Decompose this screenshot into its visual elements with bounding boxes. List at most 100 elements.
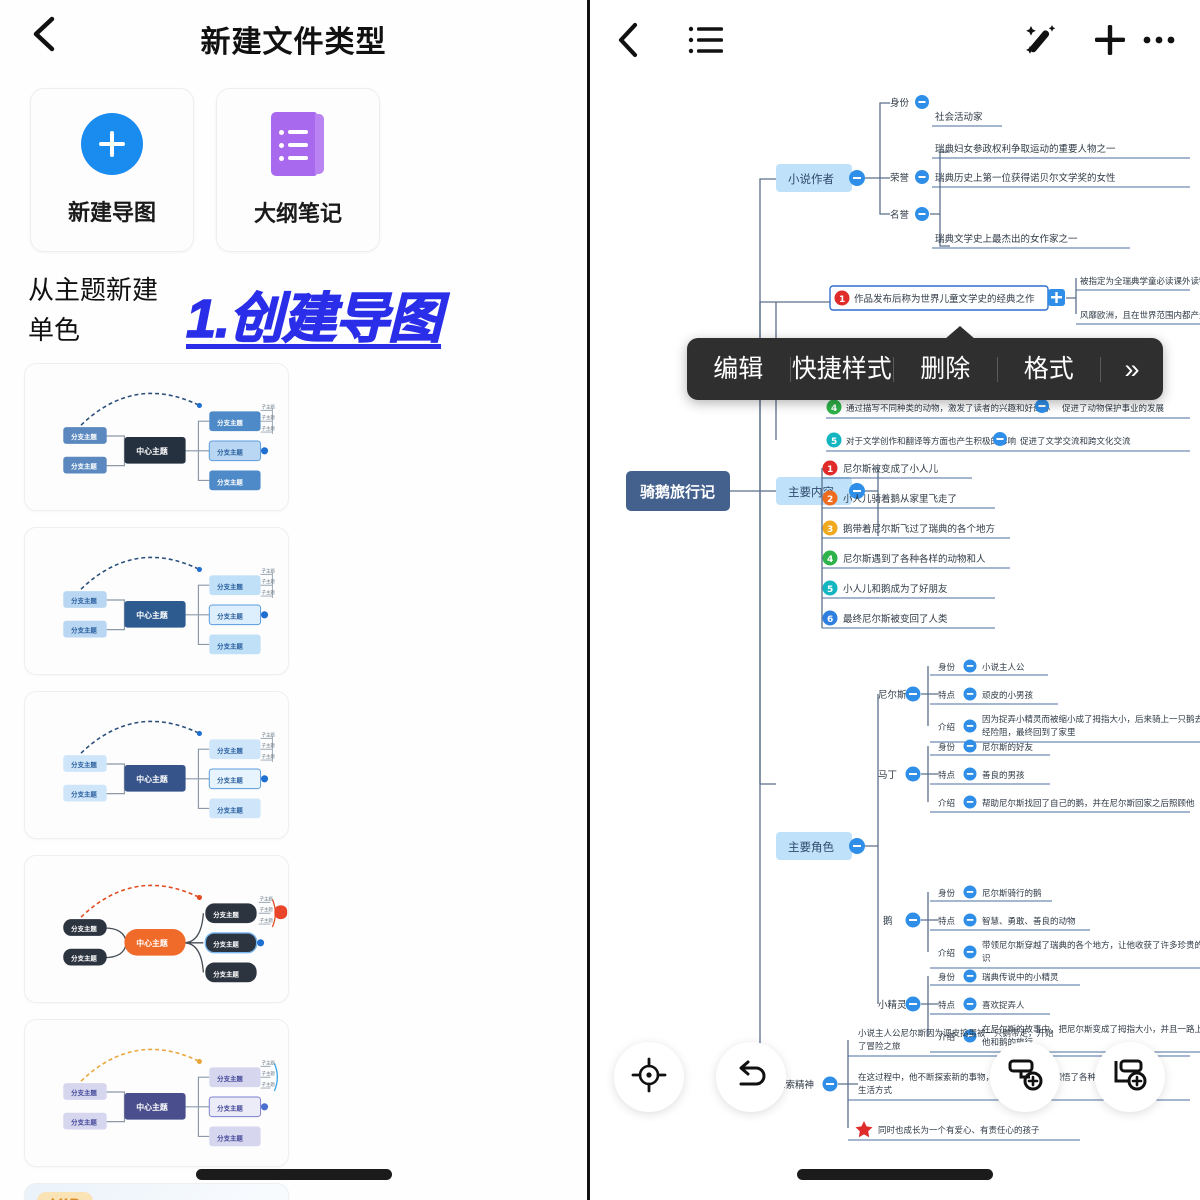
svg-text:介绍: 介绍 xyxy=(938,798,955,809)
outline-note-icon xyxy=(271,112,325,176)
template-thumbnail[interactable]: 中心主题 分支主题 分支主题 分支主题 分支主题 分支主题 子主题 子主题 子主… xyxy=(24,362,289,511)
svg-text:分支主题: 分支主题 xyxy=(217,582,243,591)
svg-text:同时也成长为一个有爱心、有责任心的孩子: 同时也成长为一个有爱心、有责任心的孩子 xyxy=(878,1125,1040,1136)
context-menu-edit[interactable]: 编辑 xyxy=(687,356,791,382)
plus-circle-icon xyxy=(81,113,143,175)
context-menu-delete[interactable]: 删除 xyxy=(894,356,998,382)
svg-text:荣誉: 荣誉 xyxy=(890,172,910,184)
svg-text:小人儿骑着鹅从家里飞走了: 小人儿骑着鹅从家里飞走了 xyxy=(843,493,957,505)
svg-text:最终尼尔斯被变回了人类: 最终尼尔斯被变回了人类 xyxy=(843,613,948,625)
svg-text:子主题: 子主题 xyxy=(262,1059,276,1066)
svg-text:小说主人公: 小说主人公 xyxy=(982,662,1025,673)
svg-text:分支主题: 分支主题 xyxy=(71,953,97,962)
svg-text:马丁: 马丁 xyxy=(878,770,897,781)
right-header xyxy=(590,0,1200,80)
template-thumbnail[interactable]: 中心主题 分支主题 分支主题 分支主题 分支主题 分支主题 子主题 子主题 子主… xyxy=(24,1018,289,1167)
svg-text:在这过程中，他不断探索新的事物，认识各种动物，领悟了各种: 在这过程中，他不断探索新的事物，认识各种动物，领悟了各种 xyxy=(858,1072,1096,1083)
svg-text:被指定为全瑞典学童必读课外读物: 被指定为全瑞典学童必读课外读物 xyxy=(1080,276,1200,287)
magic-wand-icon[interactable] xyxy=(1024,22,1062,58)
svg-text:顽皮的小男孩: 顽皮的小男孩 xyxy=(982,690,1034,701)
svg-text:5: 5 xyxy=(827,585,833,595)
svg-text:小精灵: 小精灵 xyxy=(878,999,907,1011)
left-phone-screen: 新建文件类型 新建导图 大纲笔记 从主题新建 单色 1.创建导图 中心主题 分支… xyxy=(0,0,590,1200)
svg-text:子主题: 子主题 xyxy=(260,906,274,913)
outline-note-card[interactable]: 大纲笔记 xyxy=(216,88,380,252)
svg-text:2: 2 xyxy=(827,495,833,505)
svg-text:作品发布后称为世界儿童文学史的经典之作: 作品发布后称为世界儿童文学史的经典之作 xyxy=(854,293,1035,305)
context-menu-pointer xyxy=(945,326,975,339)
locate-center-button[interactable] xyxy=(614,1042,684,1112)
svg-text:帮助尼尔斯找回了自己的鹅，并在尼尔斯回家之后照顾他: 帮助尼尔斯找回了自己的鹅，并在尼尔斯回家之后照顾他 xyxy=(982,798,1195,809)
svg-text:子主题: 子主题 xyxy=(262,1081,276,1088)
back-icon[interactable] xyxy=(28,14,62,54)
node-context-menu[interactable]: 编辑 快捷样式 删除 格式 » xyxy=(687,326,1163,400)
dual-screenshot-composite: 新建文件类型 新建导图 大纲笔记 从主题新建 单色 1.创建导图 中心主题 分支… xyxy=(0,0,1200,1200)
add-child-icon xyxy=(1111,1058,1149,1097)
svg-text:特点: 特点 xyxy=(938,916,956,927)
svg-text:子主题: 子主题 xyxy=(260,895,274,902)
svg-text:名誉: 名誉 xyxy=(890,209,910,221)
svg-text:1: 1 xyxy=(827,465,833,475)
svg-text:瑞典文学史上最杰出的女作家之一: 瑞典文学史上最杰出的女作家之一 xyxy=(935,233,1078,245)
mindmap-canvas[interactable]: .nl{font-family:"DejaVu Sans",sans-serif… xyxy=(590,74,1200,1174)
svg-text:介绍: 介绍 xyxy=(938,948,955,959)
svg-text:鹅带着尼尔斯飞过了瑞典的各个地方: 鹅带着尼尔斯飞过了瑞典的各个地方 xyxy=(843,523,995,535)
svg-text:3: 3 xyxy=(827,525,833,535)
svg-text:生活方式: 生活方式 xyxy=(858,1085,893,1096)
back-icon[interactable] xyxy=(614,20,644,60)
home-indicator xyxy=(195,1169,392,1180)
svg-text:分支主题: 分支主题 xyxy=(217,1103,243,1112)
template-thumbnail-vip[interactable]: 中心主题 分支主题 分支主题 分支主题 分支主题 分支主题 子主题 子主题 子主… xyxy=(24,1182,289,1200)
svg-text:分支主题: 分支主题 xyxy=(213,910,239,919)
svg-text:中心主题: 中心主题 xyxy=(136,937,168,947)
new-mindmap-card[interactable]: 新建导图 xyxy=(30,88,194,252)
svg-text:促进了动物保护事业的发展: 促进了动物保护事业的发展 xyxy=(1062,403,1165,414)
svg-text:子主题: 子主题 xyxy=(262,1070,276,1077)
new-mindmap-label: 新建导图 xyxy=(67,200,156,225)
svg-text:经险阻，最终回到了家里: 经险阻，最终回到了家里 xyxy=(982,727,1076,738)
template-thumbnail[interactable]: 中心主题 分支主题 分支主题 分支主题 分支主题 分支主题 子主题 子主题 子主… xyxy=(24,854,289,1003)
home-indicator xyxy=(797,1169,993,1180)
svg-text:分支主题: 分支主题 xyxy=(217,611,243,620)
template-thumbnail[interactable]: 中心主题 分支主题 分支主题 分支主题 分支主题 分支主题 子主题 子主题 子主… xyxy=(24,526,289,675)
svg-text:分支主题: 分支主题 xyxy=(71,760,97,769)
add-sibling-icon xyxy=(1006,1058,1044,1097)
svg-text:智慧、勇敢、善良的动物: 智慧、勇敢、善良的动物 xyxy=(982,916,1076,927)
svg-text:子主题: 子主题 xyxy=(262,414,276,421)
svg-text:风靡欧洲，且在世界范围内都产生了广泛影响: 风靡欧洲，且在世界范围内都产生了广泛影响 xyxy=(1080,310,1200,321)
svg-text:分支主题: 分支主题 xyxy=(217,447,243,456)
svg-text:中心主题: 中心主题 xyxy=(136,773,168,783)
undo-button[interactable] xyxy=(716,1042,786,1112)
ellipsis-icon[interactable] xyxy=(1142,34,1176,46)
left-header: 新建文件类型 xyxy=(0,0,587,78)
svg-text:尼尔斯: 尼尔斯 xyxy=(878,689,907,701)
svg-text:1: 1 xyxy=(839,295,845,305)
from-theme-label: 从主题新建 xyxy=(28,275,159,305)
svg-text:中心主题: 中心主题 xyxy=(136,1101,168,1111)
new-file-type-cards: 新建导图 大纲笔记 xyxy=(0,78,587,252)
svg-text:喜欢捉弄人: 喜欢捉弄人 xyxy=(982,1000,1025,1011)
svg-text:因为捉弄小精灵而被缩小成了拇指大小，后来骑上一只鹅去旅行，历: 因为捉弄小精灵而被缩小成了拇指大小，后来骑上一只鹅去旅行，历 xyxy=(982,714,1200,725)
svg-text:小人儿和鹅成为了好朋友: 小人儿和鹅成为了好朋友 xyxy=(843,583,948,595)
context-menu-more-chevron[interactable]: » xyxy=(1101,355,1163,383)
svg-text:分支主题: 分支主题 xyxy=(71,625,97,634)
add-sibling-node-button[interactable] xyxy=(990,1042,1060,1112)
context-menu-format[interactable]: 格式 xyxy=(998,356,1101,382)
add-child-node-button[interactable] xyxy=(1095,1042,1165,1112)
context-menu-quick-style[interactable]: 快捷样式 xyxy=(791,356,894,382)
svg-text:子主题: 子主题 xyxy=(262,567,276,574)
svg-text:主要角色: 主要角色 xyxy=(788,840,834,854)
svg-text:分支主题: 分支主题 xyxy=(217,805,243,814)
list-outline-icon[interactable] xyxy=(688,24,726,56)
template-thumbnail[interactable]: 中心主题 分支主题 分支主题 分支主题 分支主题 分支主题 子主题 子主题 子主… xyxy=(24,690,289,839)
svg-text:分支主题: 分支主题 xyxy=(213,969,239,978)
plus-icon[interactable] xyxy=(1092,22,1128,58)
svg-text:6: 6 xyxy=(827,615,833,625)
svg-text:身份: 身份 xyxy=(938,742,956,753)
svg-text:分支主题: 分支主题 xyxy=(71,596,97,605)
svg-text:身份: 身份 xyxy=(890,97,910,109)
svg-text:介绍: 介绍 xyxy=(938,722,955,733)
svg-text:对于文学创作和翻译等方面也产生积极的影响: 对于文学创作和翻译等方面也产生积极的影响 xyxy=(846,436,1016,447)
svg-text:尼尔斯的好友: 尼尔斯的好友 xyxy=(982,742,1034,753)
svg-text:身份: 身份 xyxy=(938,888,956,899)
